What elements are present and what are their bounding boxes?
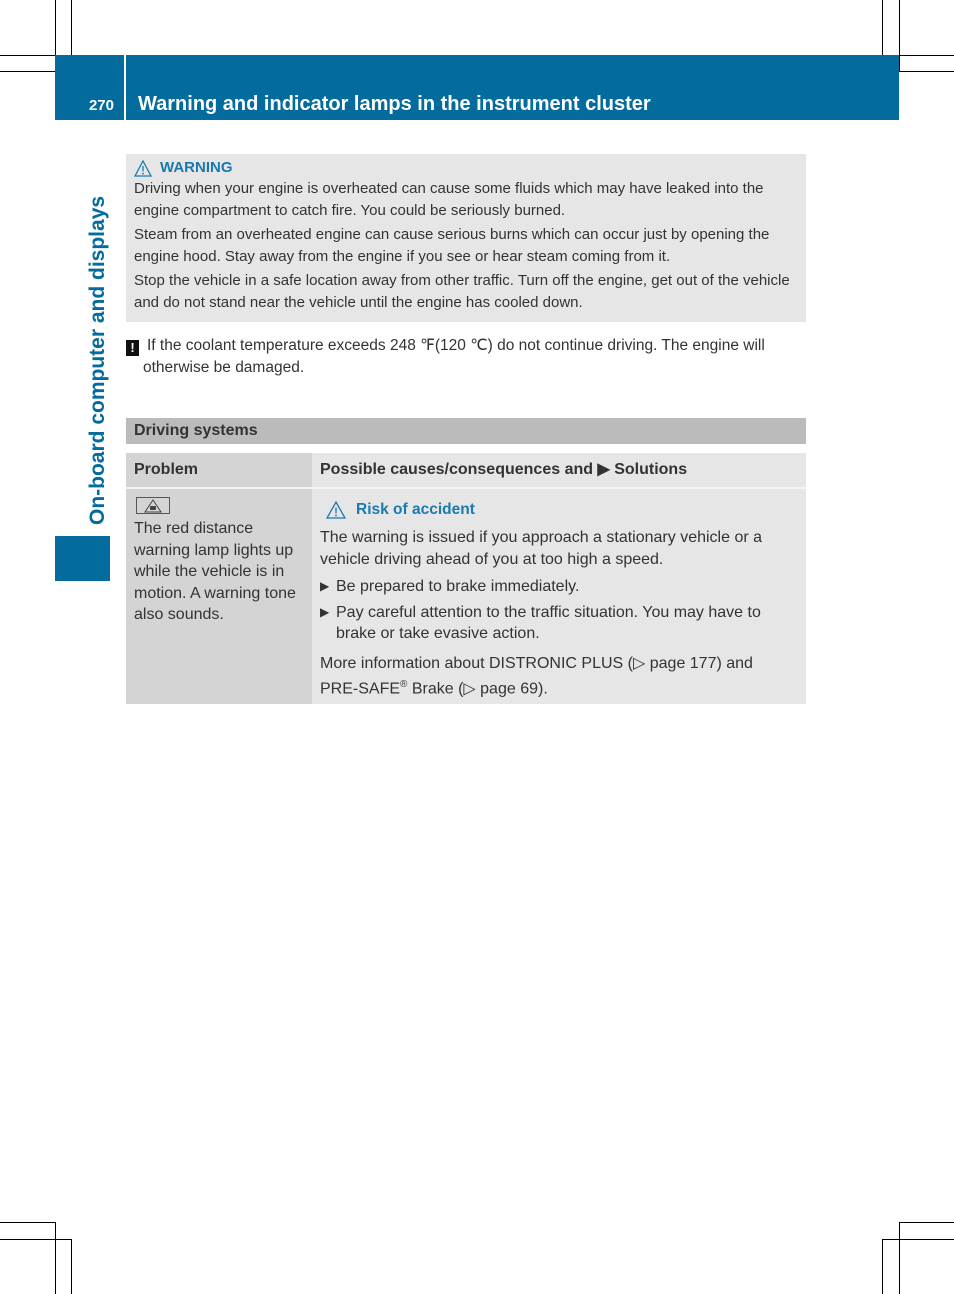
section-title: Driving systems (126, 418, 806, 444)
table-row: The red distance warning lamp lights up … (126, 489, 806, 704)
chapter-title: On-board computer and displays (86, 195, 109, 525)
step-arrow-icon: ▶ (320, 604, 330, 619)
presafe-text: PRE-SAFE (320, 680, 401, 698)
warning-heading: WARNING (134, 158, 798, 178)
more-info: More information about DISTRONIC PLUS (▷… (320, 653, 798, 700)
crop-mark (899, 71, 954, 72)
solution-step: ▶ Be prepared to brake immediately. (320, 576, 798, 598)
step-arrow-icon: ▶ (320, 579, 330, 593)
warning-triangle-icon (326, 501, 346, 519)
crop-mark (899, 1222, 954, 1223)
distance-warning-lamp-icon (136, 497, 170, 514)
warning-label: WARNING (160, 159, 233, 176)
warning-triangle-icon (134, 159, 152, 177)
exclamation-icon: ! (126, 340, 139, 356)
warning-paragraph: Stop the vehicle in a safe location away… (134, 272, 790, 311)
crop-mark (71, 0, 72, 55)
header-divider (124, 55, 126, 120)
page-ref-text: Brake (▷ page 69). (407, 680, 548, 698)
solutions-cell: Risk of accident The warning is issued i… (312, 489, 806, 704)
crop-mark (0, 55, 56, 56)
risk-label: Risk of accident (356, 501, 475, 519)
crop-mark (0, 1239, 71, 1240)
warning-paragraph: Steam from an overheated engine can caus… (134, 226, 770, 265)
more-info-line[interactable]: More information about DISTRONIC PLUS (▷… (320, 653, 798, 675)
problem-text: The red distance warning lamp lights up … (134, 520, 296, 623)
risk-description: The warning is issued if you approach a … (320, 529, 763, 568)
note-text-continued: otherwise be damaged. (143, 359, 305, 376)
crop-mark (882, 1239, 954, 1240)
crop-mark (0, 1222, 55, 1223)
column-header-solutions: Possible causes/consequences and ▶ Solut… (312, 453, 806, 487)
crop-mark (55, 0, 56, 56)
crop-mark (899, 0, 900, 71)
page-title: Warning and indicator lamps in the instr… (138, 93, 651, 115)
solution-step: ▶ Pay careful attention to the traffic s… (320, 602, 798, 645)
crop-mark (882, 1239, 883, 1294)
crop-mark (899, 1222, 900, 1294)
chapter-tab-marker (55, 536, 110, 581)
crop-mark (899, 55, 954, 56)
coolant-note: ! If the coolant temperature exceeds 248 … (126, 335, 810, 379)
crop-mark (71, 1239, 72, 1294)
page-number: 270 (88, 97, 114, 114)
problem-cell: The red distance warning lamp lights up … (126, 489, 312, 704)
crop-mark (0, 71, 55, 72)
problem-table: Problem Possible causes/consequences and… (126, 453, 806, 704)
more-info-line[interactable]: PRE-SAFE® Brake (▷ page 69). (320, 674, 798, 700)
crop-mark (882, 0, 883, 55)
step-text: Be prepared to brake immediately. (336, 578, 580, 595)
warning-box: WARNING Driving when your engine is over… (126, 154, 806, 322)
column-header-problem: Problem (126, 453, 312, 487)
risk-heading: Risk of accident (326, 499, 798, 521)
crop-mark (55, 1222, 56, 1294)
note-text: If the coolant temperature exceeds 248 ℉… (147, 337, 765, 354)
step-text: Pay careful attention to the traffic sit… (336, 603, 761, 643)
warning-paragraph: Driving when your engine is overheated c… (134, 180, 764, 219)
table-header: Problem Possible causes/consequences and… (126, 453, 806, 489)
